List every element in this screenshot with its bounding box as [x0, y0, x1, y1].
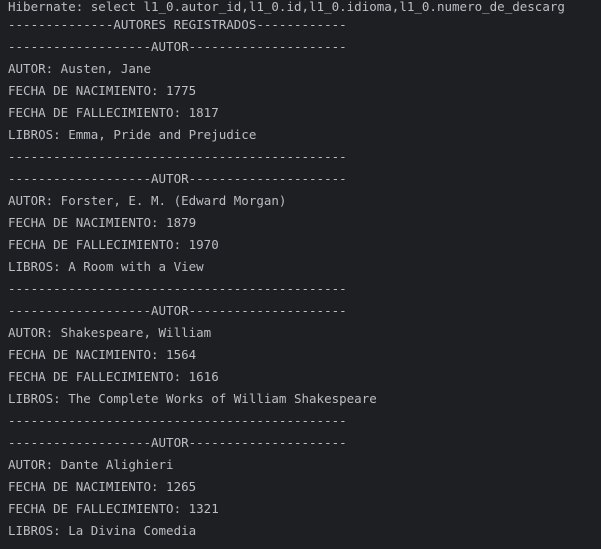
divider-line: ----------------------------------------… — [8, 281, 347, 296]
author-books: LIBROS: La Divina Comedia — [8, 523, 197, 538]
divider-line: ----------------------------------------… — [8, 413, 347, 428]
author-name: AUTOR: Dante Alighieri — [8, 457, 174, 472]
author-books: LIBROS: A Room with a View — [8, 259, 204, 274]
author-separator: -------------------AUTOR----------------… — [8, 435, 347, 450]
divider-line: ----------------------------------------… — [8, 149, 347, 164]
hibernate-log-line: Hibernate: select l1_0.autor_id,l1_0.id,… — [8, 0, 565, 14]
author-birth-year: FECHA DE NACIMIENTO: 1879 — [8, 215, 197, 230]
author-death-year: FECHA DE FALLECIMIENTO: 1817 — [8, 105, 219, 120]
author-books: LIBROS: Emma, Pride and Prejudice — [8, 127, 257, 142]
section-header-autores-registrados: --------------AUTORES REGISTRADOS-------… — [8, 17, 347, 32]
author-birth-year: FECHA DE NACIMIENTO: 1265 — [8, 479, 197, 494]
author-death-year: FECHA DE FALLECIMIENTO: 1970 — [8, 237, 219, 252]
author-books: LIBROS: The Complete Works of William Sh… — [8, 391, 377, 406]
author-separator: -------------------AUTOR----------------… — [8, 303, 347, 318]
author-death-year: FECHA DE FALLECIMIENTO: 1321 — [8, 501, 219, 516]
console-output[interactable]: Hibernate: select l1_0.autor_id,l1_0.id,… — [0, 0, 601, 549]
author-name: AUTOR: Austen, Jane — [8, 61, 151, 76]
author-name: AUTOR: Forster, E. M. (Edward Morgan) — [8, 193, 287, 208]
author-separator: -------------------AUTOR----------------… — [8, 171, 347, 186]
author-birth-year: FECHA DE NACIMIENTO: 1775 — [8, 83, 197, 98]
author-death-year: FECHA DE FALLECIMIENTO: 1616 — [8, 369, 219, 384]
author-name: AUTOR: Shakespeare, William — [8, 325, 212, 340]
author-separator: -------------------AUTOR----------------… — [8, 39, 347, 54]
author-birth-year: FECHA DE NACIMIENTO: 1564 — [8, 347, 197, 362]
